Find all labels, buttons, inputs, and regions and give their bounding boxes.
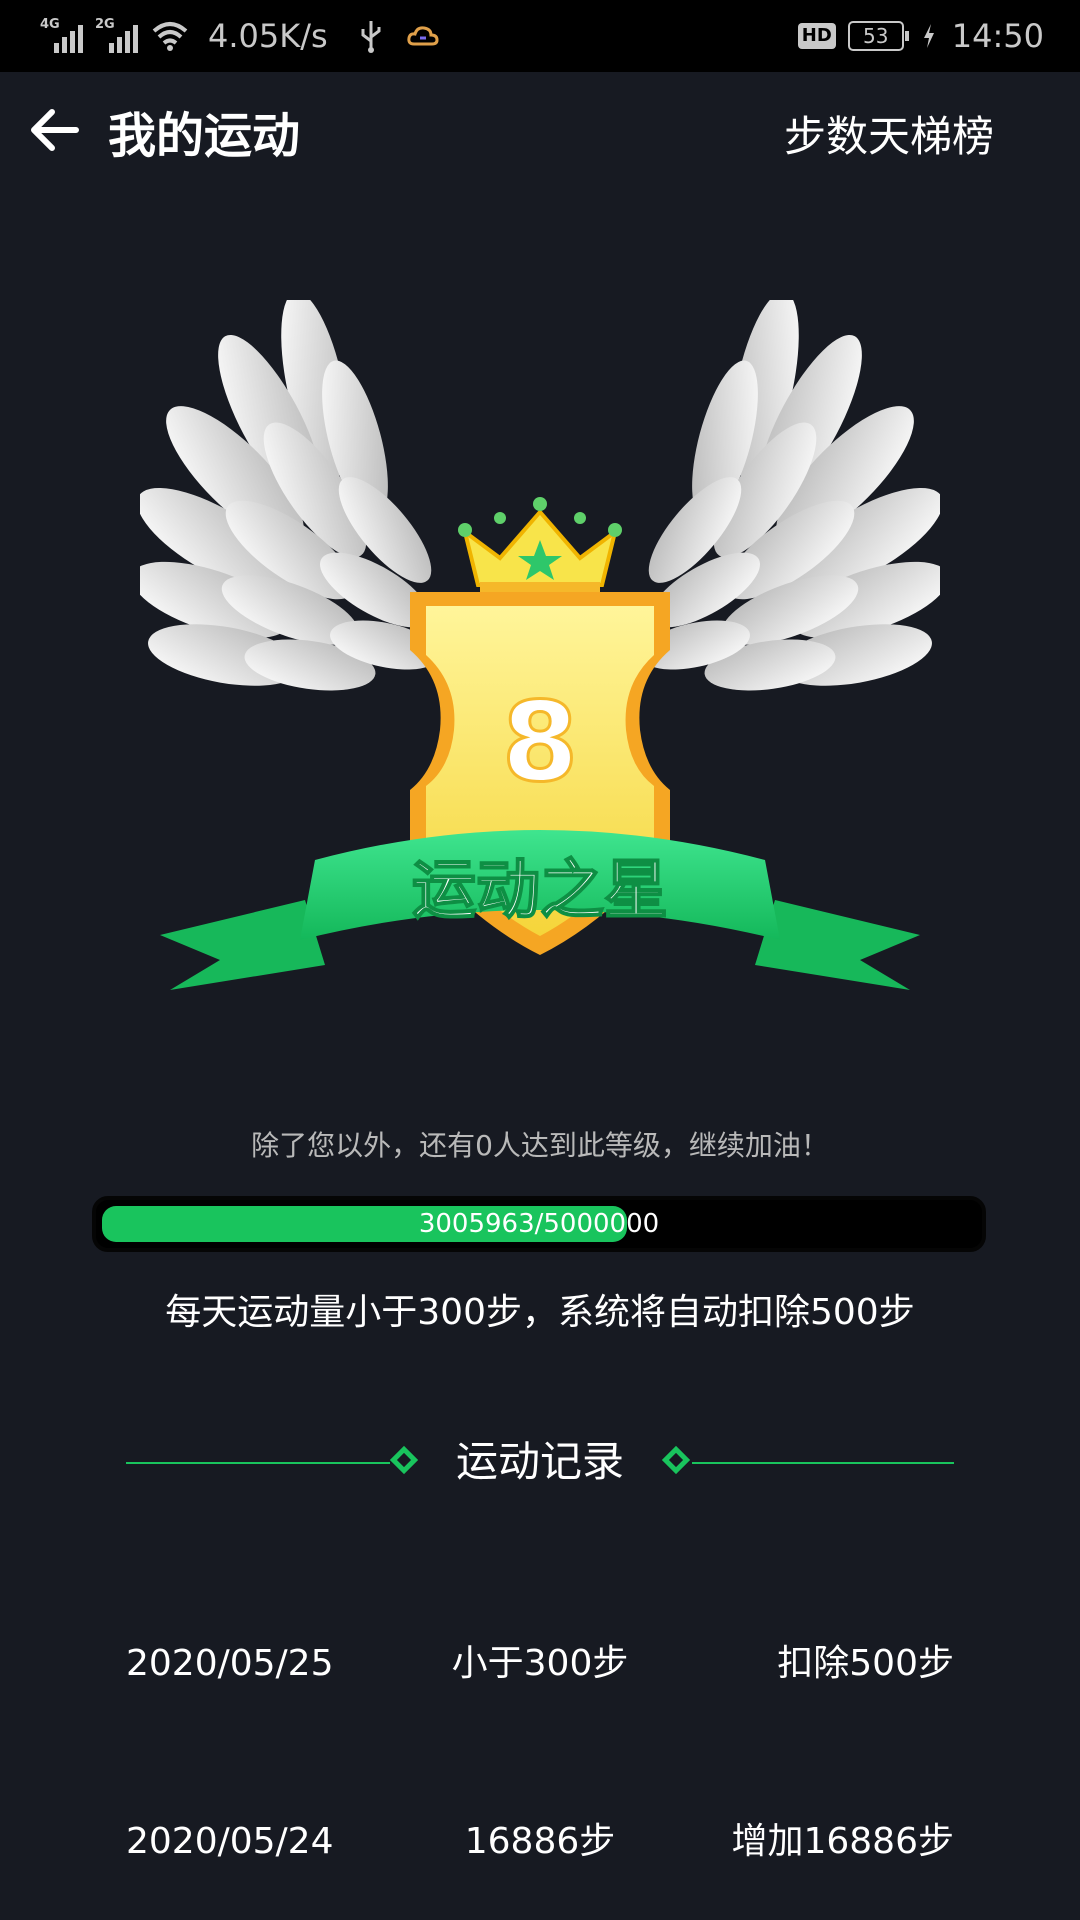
battery-level: 53 bbox=[863, 24, 889, 48]
right-wing bbox=[640, 291, 949, 691]
record-row: 2020/05/24 16886步 增加16886步 bbox=[0, 1812, 1080, 1872]
deduction-rule-text: 每天运动量小于300步，系统将自动扣除500步 bbox=[165, 1292, 915, 1333]
record-change: 扣除500步 bbox=[777, 1643, 954, 1684]
crown-icon bbox=[458, 497, 622, 596]
record-date: 2020/05/24 bbox=[126, 1821, 334, 1862]
status-bar: 4G 2G 4.05K/s HD 53 14:50 bbox=[0, 0, 1080, 72]
header: 我的运动 步数天梯榜 bbox=[0, 72, 1080, 194]
step-progress-bar: 3005963/5000000 bbox=[92, 1196, 986, 1252]
level-message: 除了您以外，还有0人达到此等级，继续加油！ bbox=[251, 1129, 829, 1162]
badge-illustration: 8 运动之星 bbox=[131, 291, 949, 990]
cell-signal-icon: 4G bbox=[40, 17, 83, 53]
wifi-icon bbox=[152, 22, 188, 51]
battery-icon: 53 bbox=[847, 21, 909, 51]
step-ladder-link[interactable]: 步数天梯榜 bbox=[784, 108, 994, 166]
record-change: 增加16886步 bbox=[731, 1821, 954, 1862]
level-badge: 8 运动之星 bbox=[131, 291, 949, 1020]
charging-icon bbox=[923, 24, 934, 48]
back-button[interactable] bbox=[24, 100, 84, 160]
record-row: 2020/05/25 小于300步 扣除500步 bbox=[0, 1634, 1080, 1694]
hd-badge: HD bbox=[797, 23, 836, 49]
network-speed: 4.05K/s bbox=[208, 17, 328, 55]
divider-line-right bbox=[692, 1462, 954, 1464]
ribbon-title: 运动之星 bbox=[412, 854, 668, 928]
record-steps: 小于300步 bbox=[451, 1643, 629, 1684]
clock: 14:50 bbox=[951, 17, 1044, 55]
progress-text: 3005963/5000000 bbox=[418, 1209, 660, 1239]
usb-icon bbox=[361, 21, 381, 53]
record-steps: 16886步 bbox=[464, 1821, 616, 1862]
record-date: 2020/05/25 bbox=[126, 1643, 334, 1684]
ribbon-banner: 运动之星 bbox=[160, 830, 920, 990]
left-wing bbox=[131, 291, 440, 691]
cell-signal-icon-2: 2G bbox=[95, 17, 138, 53]
page-title: 我的运动 bbox=[108, 108, 301, 164]
signal-type-label: 4G bbox=[40, 17, 60, 32]
status-bar-right: HD 53 14:50 bbox=[797, 0, 1044, 72]
badge-level-number: 8 bbox=[502, 678, 579, 806]
cloud-icon bbox=[407, 26, 439, 46]
signal-type-label-2: 2G bbox=[95, 17, 115, 32]
status-bar-left: 4G 2G 4.05K/s bbox=[40, 0, 440, 72]
records-section-header: 运动记录 bbox=[126, 1428, 954, 1498]
back-arrow-icon bbox=[31, 109, 79, 151]
